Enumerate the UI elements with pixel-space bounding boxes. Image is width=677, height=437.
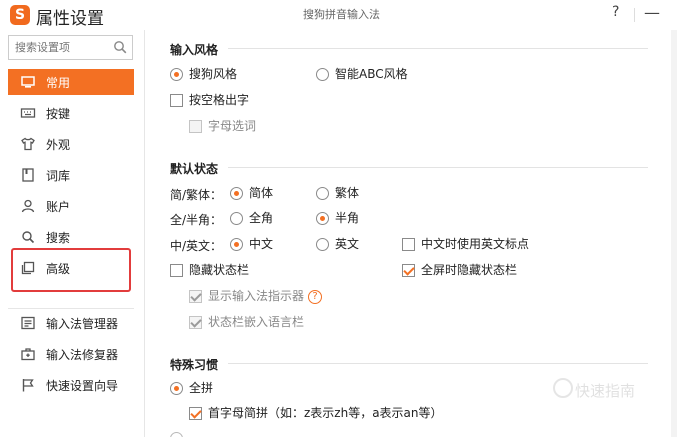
- sidebar-item-label: 账户: [46, 200, 71, 214]
- sidebar-item-label: 外观: [46, 138, 71, 152]
- option-label: 字母选词: [208, 119, 257, 133]
- option-label: 隐藏状态栏: [189, 263, 250, 277]
- option-label: 简体: [249, 186, 274, 200]
- option-label: 全拼: [189, 381, 214, 395]
- sidebar-divider: [8, 308, 134, 309]
- checkbox-indicator[interactable]: [189, 316, 202, 329]
- tool-label: 输入法修复器: [46, 348, 119, 362]
- sidebar: 常用 按键 外观 词库 账户 搜索 高级 输入法管理器 输入法修复器 快速设置向…: [0, 30, 145, 437]
- option-label: 显示输入法指示器: [208, 289, 305, 303]
- manager-icon: [21, 316, 35, 330]
- sidebar-item-label: 搜索: [46, 231, 71, 245]
- title-bar: S 属性设置 搜狗拼音输入法 ? —: [0, 0, 677, 30]
- flag-icon: [22, 379, 34, 392]
- sidebar-item-label: 按键: [46, 107, 71, 121]
- option-label: 搜狗风格: [189, 67, 238, 81]
- option-label: 半角: [335, 211, 360, 225]
- lang-row-label: 中/英文：: [170, 239, 223, 253]
- sidebar-item-dictionary[interactable]: 词库: [8, 162, 134, 188]
- help-button[interactable]: ?: [612, 4, 619, 20]
- option-label: 中文: [249, 237, 274, 251]
- app-title: 属性设置: [36, 9, 104, 29]
- option-label: 首字母简拼（如：z表示zh等，a表示an等）: [208, 406, 443, 420]
- tool-ime-repair[interactable]: 输入法修复器: [8, 341, 134, 367]
- radio-indicator[interactable]: [316, 68, 329, 81]
- checkbox-indicator[interactable]: [189, 120, 202, 133]
- user-icon: [21, 199, 35, 213]
- section-title-default-state: 默认状态: [170, 162, 219, 176]
- checkbox-indicator[interactable]: [189, 407, 202, 420]
- radio-indicator[interactable]: [230, 212, 243, 225]
- book-icon: [22, 168, 34, 182]
- script-row-label: 简/繁体：: [170, 188, 223, 202]
- checkbox-indicator[interactable]: [170, 264, 183, 277]
- sidebar-item-search[interactable]: 搜索: [8, 224, 134, 250]
- radio-indicator[interactable]: [170, 432, 183, 437]
- scrollbar[interactable]: [671, 30, 677, 437]
- search-input[interactable]: [9, 36, 109, 59]
- tool-ime-manager[interactable]: 输入法管理器: [8, 310, 134, 336]
- titlebar-divider: [634, 8, 635, 22]
- search-icon[interactable]: [113, 40, 127, 54]
- window-title: 搜狗拼音输入法: [303, 8, 380, 21]
- section-title-input-style: 输入风格: [170, 43, 219, 57]
- sidebar-item-appearance[interactable]: 外观: [8, 131, 134, 157]
- option-label: 全屏时隐藏状态栏: [421, 263, 518, 277]
- option-label: 英文: [335, 237, 360, 251]
- repair-icon: [21, 348, 35, 361]
- shirt-icon: [21, 137, 35, 151]
- radio-indicator[interactable]: [170, 68, 183, 81]
- option-label: 全角: [249, 211, 274, 225]
- sidebar-item-account[interactable]: 账户: [8, 193, 134, 219]
- tool-label: 输入法管理器: [46, 317, 119, 331]
- sidebar-item-keys[interactable]: 按键: [8, 100, 134, 126]
- option-label: 智能ABC风格: [335, 67, 408, 81]
- sidebar-item-common[interactable]: 常用: [8, 69, 134, 95]
- option-label: 繁体: [335, 186, 360, 200]
- tool-label: 快速设置向导: [46, 379, 119, 393]
- sogou-logo-icon: S: [10, 5, 30, 25]
- radio-indicator[interactable]: [316, 238, 329, 251]
- radio-indicator[interactable]: [230, 238, 243, 251]
- settings-panel: 输入风格 搜狗风格 智能ABC风格 按空格出字 字母选词 默认状态 简/繁体： …: [146, 30, 677, 437]
- checkbox-indicator[interactable]: [402, 238, 415, 251]
- checkbox-indicator[interactable]: [189, 290, 202, 303]
- highlight-annotation: [11, 248, 131, 292]
- minimize-button[interactable]: —: [644, 3, 660, 22]
- checkbox-indicator[interactable]: [170, 94, 183, 107]
- option-label: 状态栏嵌入语言栏: [208, 315, 305, 329]
- sidebar-item-label: 词库: [46, 169, 71, 183]
- option-label: 按空格出字: [189, 93, 250, 107]
- section-divider: [228, 167, 648, 168]
- watermark: 快速指南: [575, 382, 636, 400]
- sidebar-item-label: 常用: [46, 76, 71, 90]
- section-divider: [228, 363, 648, 364]
- radio-indicator[interactable]: [230, 187, 243, 200]
- section-title-special-habits: 特殊习惯: [170, 358, 219, 372]
- keyboard-icon: [20, 108, 36, 118]
- settings-search: [8, 35, 133, 60]
- help-question-icon[interactable]: ?: [308, 290, 322, 304]
- tool-setup-wizard[interactable]: 快速设置向导: [8, 372, 134, 398]
- option-label: 中文时使用英文标点: [421, 237, 530, 251]
- watermark-badge-icon: [553, 378, 573, 398]
- checkbox-indicator[interactable]: [402, 264, 415, 277]
- radio-indicator[interactable]: [316, 187, 329, 200]
- section-divider: [228, 48, 648, 49]
- search-icon: [22, 231, 35, 244]
- radio-indicator[interactable]: [170, 382, 183, 395]
- width-row-label: 全/半角：: [170, 213, 223, 227]
- radio-indicator[interactable]: [316, 212, 329, 225]
- monitor-icon: [21, 76, 35, 88]
